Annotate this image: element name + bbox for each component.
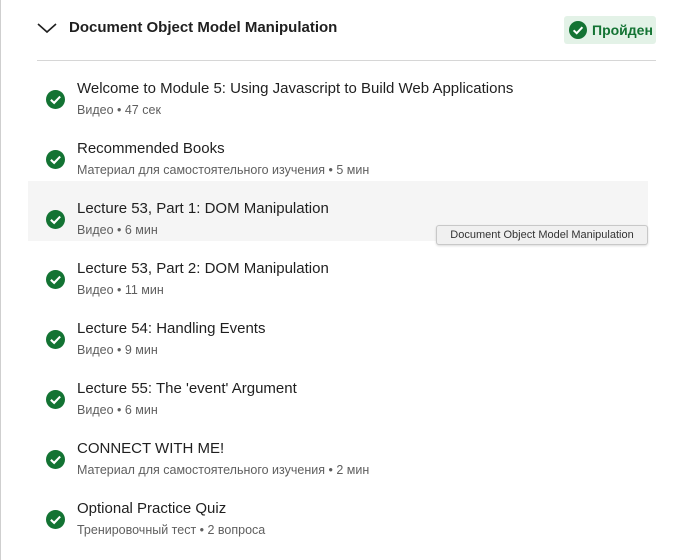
item-title[interactable]: Recommended Books: [77, 140, 225, 157]
item-duration: 6 мин: [124, 403, 158, 417]
item-duration: 11 мин: [124, 283, 164, 297]
list-item[interactable]: Welcome to Module 5: Using Javascript to…: [28, 61, 648, 121]
item-meta: Тренировочный тест • 2 вопроса: [77, 523, 266, 537]
item-title[interactable]: Lecture 53, Part 2: DOM Manipulation: [77, 260, 329, 277]
list-item[interactable]: Lecture 55: The 'event' Argument Видео •…: [28, 361, 648, 421]
item-title[interactable]: Lecture 55: The 'event' Argument: [77, 380, 297, 397]
item-type: Видео: [77, 283, 114, 297]
tooltip: Document Object Model Manipulation: [436, 225, 648, 245]
item-title[interactable]: Lecture 54: Handling Events: [77, 320, 265, 337]
list-item[interactable]: Lecture 54: Handling Events Видео • 9 ми…: [28, 301, 648, 361]
item-meta: Видео • 6 мин: [77, 223, 158, 237]
item-type: Видео: [77, 403, 114, 417]
check-circle-icon: [46, 270, 65, 289]
item-title[interactable]: Welcome to Module 5: Using Javascript to…: [77, 80, 513, 97]
item-title[interactable]: Optional Practice Quiz: [77, 500, 226, 517]
item-duration: 2 вопроса: [207, 523, 266, 537]
list-item[interactable]: Optional Practice Quiz Тренировочный тес…: [28, 481, 648, 541]
item-meta: Материал для самостоятельного изучения •…: [77, 163, 370, 177]
list-item[interactable]: Lecture 53, Part 2: DOM Manipulation Вид…: [28, 241, 648, 301]
item-meta: Материал для самостоятельного изучения •…: [77, 463, 370, 477]
item-meta: Видео • 9 мин: [77, 343, 158, 357]
module-title[interactable]: Document Object Model Manipulation: [69, 19, 337, 36]
check-circle-icon: [46, 210, 65, 229]
item-duration: 2 мин: [336, 463, 370, 477]
item-duration: 9 мин: [124, 343, 158, 357]
item-type: Материал для самостоятельного изучения: [77, 163, 325, 177]
module-header[interactable]: Document Object Model Manipulation Пройд…: [0, 0, 679, 60]
check-circle-icon: [46, 510, 65, 529]
item-type: Материал для самостоятельного изучения: [77, 463, 325, 477]
item-duration: 6 мин: [124, 223, 158, 237]
chevron-down-icon[interactable]: [36, 18, 58, 38]
item-meta: Видео • 11 мин: [77, 283, 164, 297]
item-type: Видео: [77, 223, 114, 237]
item-duration: 5 мин: [336, 163, 370, 177]
item-type: Видео: [77, 103, 114, 117]
check-circle-icon: [46, 330, 65, 349]
item-title[interactable]: Lecture 53, Part 1: DOM Manipulation: [77, 200, 329, 217]
check-circle-icon: [569, 21, 587, 39]
status-badge-label: Пройден: [592, 22, 653, 38]
list-item[interactable]: Recommended Books Материал для самостоят…: [28, 121, 648, 181]
item-type: Тренировочный тест: [77, 523, 197, 537]
item-meta: Видео • 47 сек: [77, 103, 161, 117]
item-title[interactable]: CONNECT WITH ME!: [77, 440, 224, 457]
check-circle-icon: [46, 150, 65, 169]
item-meta: Видео • 6 мин: [77, 403, 158, 417]
list-item[interactable]: CONNECT WITH ME! Материал для самостояте…: [28, 421, 648, 481]
panel-left-border: [0, 0, 1, 560]
check-circle-icon: [46, 90, 65, 109]
status-badge: Пройден: [564, 16, 656, 44]
check-circle-icon: [46, 450, 65, 469]
item-type: Видео: [77, 343, 114, 357]
check-circle-icon: [46, 390, 65, 409]
item-duration: 47 сек: [124, 103, 161, 117]
